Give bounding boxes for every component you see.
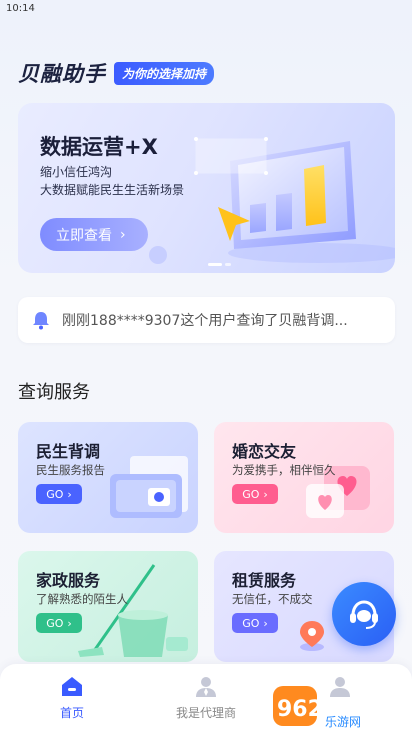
notice-bar[interactable]: 刚刚188****9307这个用户查询了贝融背调... — [18, 297, 395, 343]
status-bar: 10:14 — [0, 0, 412, 18]
carousel-dot[interactable] — [225, 263, 231, 266]
go-label: GO — [46, 487, 64, 501]
chevron-right-icon: › — [120, 226, 126, 243]
tab-label: 我是代理商 — [175, 706, 236, 720]
chevron-right-icon: › — [263, 487, 268, 501]
go-label: GO — [46, 616, 64, 630]
tab-agent[interactable]: 我是代理商 — [146, 674, 266, 721]
service-card-background-check[interactable]: 民生背调 民生服务报告 GO › — [18, 422, 198, 533]
status-time: 10:14 — [6, 3, 35, 14]
banner-title: 数据运营+X — [40, 135, 158, 159]
chevron-right-icon: › — [67, 616, 72, 630]
banner-subtitle: 缩小信任鸿沟 — [40, 165, 113, 179]
carousel-dot[interactable] — [208, 263, 222, 266]
go-button[interactable]: GO › — [36, 613, 82, 633]
home-icon — [62, 677, 82, 696]
go-button[interactable]: GO › — [232, 484, 278, 504]
promo-banner[interactable]: 数据运营+X 缩小信任鸿沟 大数据赋能民生生活新场景 立即查看 › — [18, 103, 395, 273]
card-title: 民生背调 — [36, 442, 101, 461]
view-now-label: 立即查看 — [56, 227, 112, 244]
header: 贝融助手 为你的选择加持 — [18, 58, 215, 88]
card-subtitle: 无信任，不成交 — [232, 592, 313, 606]
notice-text: 刚刚188****9307这个用户查询了贝融背调... — [62, 313, 348, 329]
view-now-button[interactable]: 立即查看 › — [40, 218, 148, 251]
go-button[interactable]: GO › — [36, 484, 82, 504]
tab-home[interactable]: 首页 — [12, 674, 132, 721]
agent-icon — [196, 677, 216, 697]
app-title: 贝融助手 — [18, 62, 106, 86]
customer-service-icon — [350, 600, 378, 629]
chevron-right-icon: › — [263, 616, 268, 630]
tab-label: 首页 — [59, 706, 84, 720]
card-title: 租赁服务 — [232, 571, 297, 590]
service-card-housekeeping[interactable]: 家政服务 了解熟悉的陌生人 GO › — [18, 551, 198, 662]
bell-icon — [33, 312, 49, 330]
card-subtitle: 为爱携手，相伴恒久 — [232, 463, 336, 477]
customer-service-button[interactable] — [332, 582, 396, 646]
card-title: 婚恋交友 — [232, 442, 297, 461]
go-button[interactable]: GO › — [232, 613, 278, 633]
card-title: 家政服务 — [36, 571, 101, 590]
card-subtitle: 了解熟悉的陌生人 — [36, 592, 128, 606]
watermark-subtext: 乐游网 — [325, 715, 361, 729]
service-card-dating[interactable]: 婚恋交友 为爱携手，相伴恒久 GO › — [214, 422, 394, 533]
card-subtitle: 民生服务报告 — [36, 463, 105, 477]
section-title: 查询服务 — [18, 382, 90, 403]
chevron-right-icon: › — [67, 487, 72, 501]
go-label: GO — [242, 616, 260, 630]
banner-subtitle: 大数据赋能民生生活新场景 — [40, 183, 185, 197]
slogan-badge: 为你的选择加持 — [114, 61, 215, 85]
go-label: GO — [242, 487, 260, 501]
watermark-logo: 962.NET 乐游网 — [273, 682, 411, 730]
carousel-indicator — [208, 263, 231, 266]
